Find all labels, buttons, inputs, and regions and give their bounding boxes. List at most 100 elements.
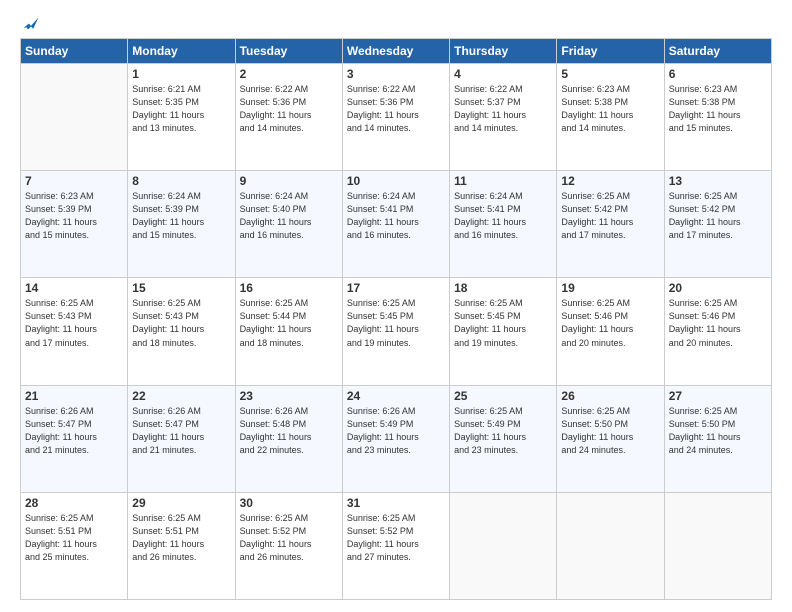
day-number: 14 <box>25 281 123 295</box>
calendar-week-1: 1 Sunrise: 6:21 AM Sunset: 5:35 PM Daylig… <box>21 64 772 171</box>
day-number: 23 <box>240 389 338 403</box>
calendar-cell: 18 Sunrise: 6:25 AM Sunset: 5:45 PM Dayli… <box>450 278 557 385</box>
calendar-cell: 23 Sunrise: 6:26 AM Sunset: 5:48 PM Dayli… <box>235 385 342 492</box>
day-info: Sunrise: 6:25 AM Sunset: 5:43 PM Dayligh… <box>132 297 230 349</box>
calendar-header-thursday: Thursday <box>450 39 557 64</box>
calendar-week-5: 28 Sunrise: 6:25 AM Sunset: 5:51 PM Dayli… <box>21 492 772 599</box>
calendar-cell: 29 Sunrise: 6:25 AM Sunset: 5:51 PM Dayli… <box>128 492 235 599</box>
calendar-cell: 31 Sunrise: 6:25 AM Sunset: 5:52 PM Dayli… <box>342 492 449 599</box>
day-info: Sunrise: 6:22 AM Sunset: 5:36 PM Dayligh… <box>240 83 338 135</box>
calendar-cell: 21 Sunrise: 6:26 AM Sunset: 5:47 PM Dayli… <box>21 385 128 492</box>
day-info: Sunrise: 6:22 AM Sunset: 5:37 PM Dayligh… <box>454 83 552 135</box>
calendar-cell: 13 Sunrise: 6:25 AM Sunset: 5:42 PM Dayli… <box>664 171 771 278</box>
calendar-cell: 11 Sunrise: 6:24 AM Sunset: 5:41 PM Dayli… <box>450 171 557 278</box>
calendar-cell: 12 Sunrise: 6:25 AM Sunset: 5:42 PM Dayli… <box>557 171 664 278</box>
logo-bird-icon <box>22 16 40 34</box>
day-number: 2 <box>240 67 338 81</box>
day-number: 15 <box>132 281 230 295</box>
day-number: 11 <box>454 174 552 188</box>
day-number: 27 <box>669 389 767 403</box>
calendar-cell: 24 Sunrise: 6:26 AM Sunset: 5:49 PM Dayli… <box>342 385 449 492</box>
day-number: 3 <box>347 67 445 81</box>
calendar-cell: 9 Sunrise: 6:24 AM Sunset: 5:40 PM Daylig… <box>235 171 342 278</box>
header <box>20 16 772 30</box>
calendar-cell <box>21 64 128 171</box>
calendar-cell: 3 Sunrise: 6:22 AM Sunset: 5:36 PM Daylig… <box>342 64 449 171</box>
calendar-cell: 7Sunrise: 6:23 AM Sunset: 5:39 PM Daylig… <box>21 171 128 278</box>
day-number: 31 <box>347 496 445 510</box>
calendar-cell: 26 Sunrise: 6:25 AM Sunset: 5:50 PM Dayli… <box>557 385 664 492</box>
day-info: Sunrise: 6:26 AM Sunset: 5:47 PM Dayligh… <box>25 405 123 457</box>
day-number: 21 <box>25 389 123 403</box>
calendar-cell: 19 Sunrise: 6:25 AM Sunset: 5:46 PM Dayli… <box>557 278 664 385</box>
calendar-cell: 15 Sunrise: 6:25 AM Sunset: 5:43 PM Dayli… <box>128 278 235 385</box>
calendar-header-wednesday: Wednesday <box>342 39 449 64</box>
day-info: Sunrise: 6:25 AM Sunset: 5:46 PM Dayligh… <box>669 297 767 349</box>
page: SundayMondayTuesdayWednesdayThursdayFrid… <box>0 0 792 612</box>
calendar-header-sunday: Sunday <box>21 39 128 64</box>
calendar-cell: 4 Sunrise: 6:22 AM Sunset: 5:37 PM Daylig… <box>450 64 557 171</box>
calendar-cell: 25 Sunrise: 6:25 AM Sunset: 5:49 PM Dayli… <box>450 385 557 492</box>
calendar-week-4: 21 Sunrise: 6:26 AM Sunset: 5:47 PM Dayli… <box>21 385 772 492</box>
day-number: 20 <box>669 281 767 295</box>
day-info: Sunrise: 6:25 AM Sunset: 5:42 PM Dayligh… <box>669 190 767 242</box>
calendar-cell: 16Sunrise: 6:25 AM Sunset: 5:44 PM Dayli… <box>235 278 342 385</box>
day-number: 13 <box>669 174 767 188</box>
day-number: 26 <box>561 389 659 403</box>
day-info: Sunrise: 6:25 AM Sunset: 5:46 PM Dayligh… <box>561 297 659 349</box>
day-info: Sunrise: 6:26 AM Sunset: 5:49 PM Dayligh… <box>347 405 445 457</box>
day-info: Sunrise: 6:25 AM Sunset: 5:45 PM Dayligh… <box>347 297 445 349</box>
day-info: Sunrise: 6:25 AM Sunset: 5:52 PM Dayligh… <box>347 512 445 564</box>
day-number: 19 <box>561 281 659 295</box>
day-info: Sunrise: 6:25 AM Sunset: 5:49 PM Dayligh… <box>454 405 552 457</box>
calendar-cell: 17 Sunrise: 6:25 AM Sunset: 5:45 PM Dayli… <box>342 278 449 385</box>
day-number: 17 <box>347 281 445 295</box>
day-info: Sunrise: 6:25 AM Sunset: 5:44 PM Dayligh… <box>240 297 338 349</box>
day-number: 24 <box>347 389 445 403</box>
calendar-week-3: 14 Sunrise: 6:25 AM Sunset: 5:43 PM Dayli… <box>21 278 772 385</box>
day-number: 4 <box>454 67 552 81</box>
calendar-cell <box>557 492 664 599</box>
day-number: 12 <box>561 174 659 188</box>
calendar-header-saturday: Saturday <box>664 39 771 64</box>
day-info: Sunrise: 6:25 AM Sunset: 5:43 PM Dayligh… <box>25 297 123 349</box>
day-info: Sunrise: 6:25 AM Sunset: 5:51 PM Dayligh… <box>132 512 230 564</box>
calendar-cell: 8 Sunrise: 6:24 AM Sunset: 5:39 PM Daylig… <box>128 171 235 278</box>
logo <box>20 16 40 30</box>
day-info: Sunrise: 6:24 AM Sunset: 5:39 PM Dayligh… <box>132 190 230 242</box>
day-info: Sunrise: 6:25 AM Sunset: 5:50 PM Dayligh… <box>669 405 767 457</box>
day-info: Sunrise: 6:24 AM Sunset: 5:40 PM Dayligh… <box>240 190 338 242</box>
calendar-header-friday: Friday <box>557 39 664 64</box>
calendar-cell: 14 Sunrise: 6:25 AM Sunset: 5:43 PM Dayli… <box>21 278 128 385</box>
day-info: Sunrise: 6:26 AM Sunset: 5:48 PM Dayligh… <box>240 405 338 457</box>
day-number: 28 <box>25 496 123 510</box>
day-info: Sunrise: 6:25 AM Sunset: 5:45 PM Dayligh… <box>454 297 552 349</box>
calendar-cell: 6Sunrise: 6:23 AM Sunset: 5:38 PM Daylig… <box>664 64 771 171</box>
day-info: Sunrise: 6:25 AM Sunset: 5:50 PM Dayligh… <box>561 405 659 457</box>
calendar-cell: 5Sunrise: 6:23 AM Sunset: 5:38 PM Daylig… <box>557 64 664 171</box>
calendar-week-2: 7Sunrise: 6:23 AM Sunset: 5:39 PM Daylig… <box>21 171 772 278</box>
calendar-cell: 1 Sunrise: 6:21 AM Sunset: 5:35 PM Daylig… <box>128 64 235 171</box>
calendar-cell: 27 Sunrise: 6:25 AM Sunset: 5:50 PM Dayli… <box>664 385 771 492</box>
day-info: Sunrise: 6:24 AM Sunset: 5:41 PM Dayligh… <box>347 190 445 242</box>
day-info: Sunrise: 6:23 AM Sunset: 5:38 PM Dayligh… <box>669 83 767 135</box>
calendar-cell: 10 Sunrise: 6:24 AM Sunset: 5:41 PM Dayli… <box>342 171 449 278</box>
day-number: 10 <box>347 174 445 188</box>
day-number: 29 <box>132 496 230 510</box>
calendar: SundayMondayTuesdayWednesdayThursdayFrid… <box>20 38 772 600</box>
calendar-cell: 30Sunrise: 6:25 AM Sunset: 5:52 PM Dayli… <box>235 492 342 599</box>
day-info: Sunrise: 6:23 AM Sunset: 5:38 PM Dayligh… <box>561 83 659 135</box>
calendar-cell: 22Sunrise: 6:26 AM Sunset: 5:47 PM Dayli… <box>128 385 235 492</box>
day-number: 25 <box>454 389 552 403</box>
day-info: Sunrise: 6:25 AM Sunset: 5:51 PM Dayligh… <box>25 512 123 564</box>
day-info: Sunrise: 6:24 AM Sunset: 5:41 PM Dayligh… <box>454 190 552 242</box>
day-info: Sunrise: 6:21 AM Sunset: 5:35 PM Dayligh… <box>132 83 230 135</box>
day-info: Sunrise: 6:22 AM Sunset: 5:36 PM Dayligh… <box>347 83 445 135</box>
day-number: 7 <box>25 174 123 188</box>
day-number: 18 <box>454 281 552 295</box>
day-number: 8 <box>132 174 230 188</box>
day-number: 1 <box>132 67 230 81</box>
day-number: 9 <box>240 174 338 188</box>
calendar-cell: 2 Sunrise: 6:22 AM Sunset: 5:36 PM Daylig… <box>235 64 342 171</box>
day-info: Sunrise: 6:25 AM Sunset: 5:42 PM Dayligh… <box>561 190 659 242</box>
